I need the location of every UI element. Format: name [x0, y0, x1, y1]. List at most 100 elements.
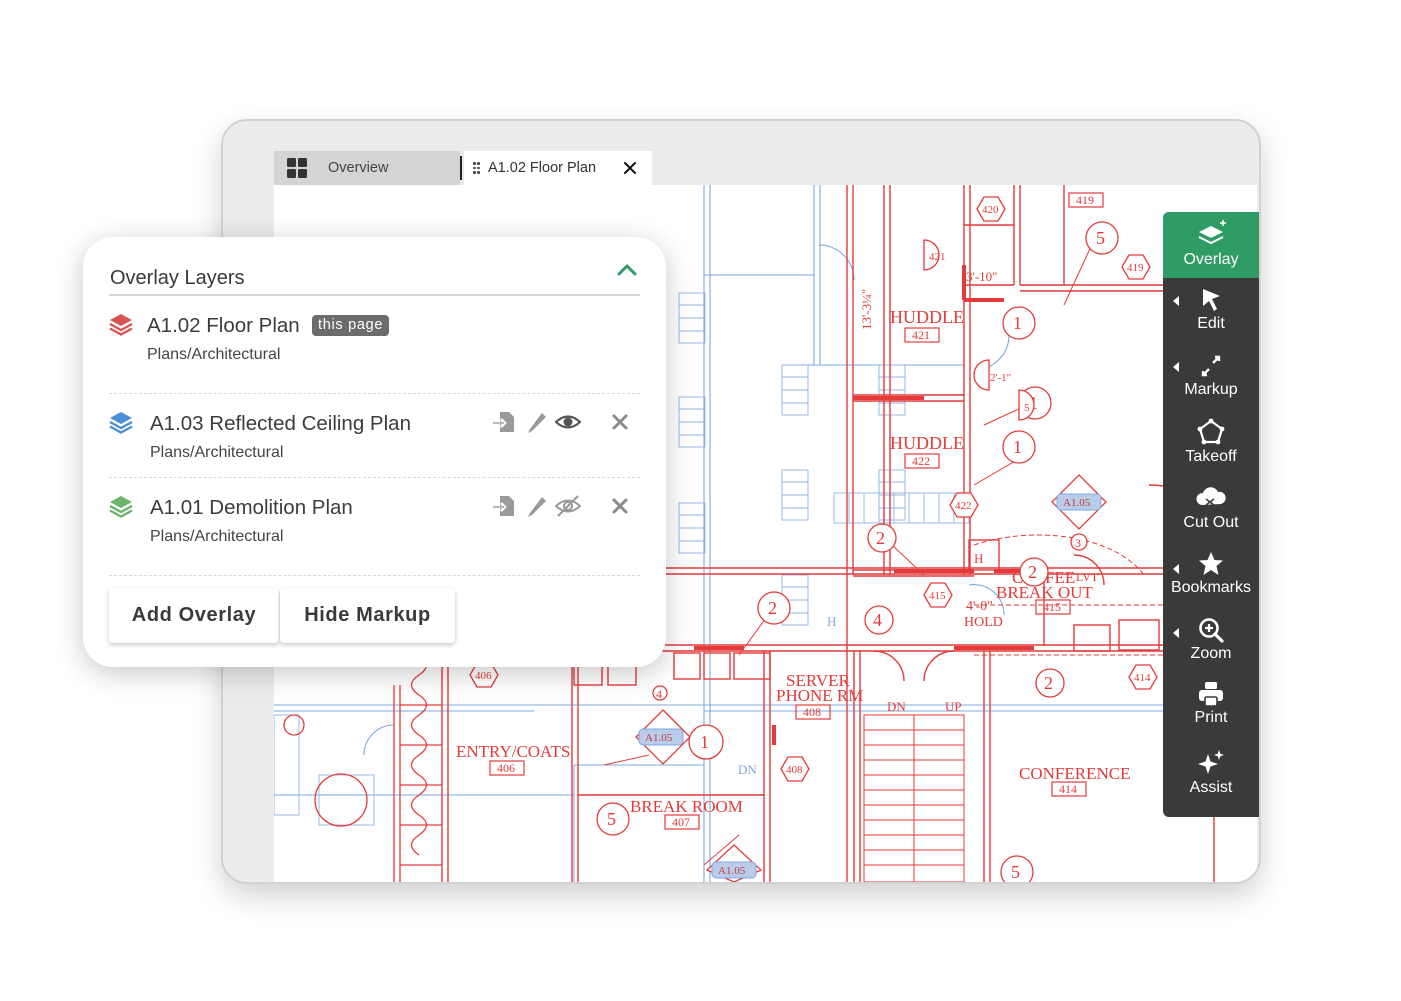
sparkle-icon — [1198, 750, 1224, 774]
tab-overview-label: Overview — [328, 160, 389, 176]
zoom-in-icon — [1199, 618, 1224, 643]
tool-edit-label: Edit — [1197, 315, 1225, 332]
svg-text:4: 4 — [873, 610, 882, 630]
cursor-icon — [1203, 289, 1220, 311]
svg-text:422: 422 — [955, 500, 972, 512]
tool-zoom[interactable]: Zoom — [1163, 616, 1259, 678]
svg-text:PHONE RM: PHONE RM — [776, 686, 863, 705]
svg-text:420: 420 — [982, 204, 999, 216]
svg-text:2: 2 — [1028, 562, 1037, 582]
tool-markup-label: Markup — [1184, 381, 1238, 398]
panel-title: Overlay Layers — [110, 267, 245, 289]
svg-text:1: 1 — [1013, 437, 1022, 457]
tool-markup[interactable]: Markup — [1163, 348, 1259, 410]
tool-cut-out-label: Cut Out — [1183, 514, 1239, 531]
svg-text:1: 1 — [700, 732, 709, 752]
hide-markup-button[interactable]: Hide Markup — [280, 588, 455, 643]
svg-text:407: 407 — [672, 815, 690, 829]
svg-text:H: H — [974, 551, 983, 566]
svg-text:HOLD: HOLD — [964, 615, 1003, 630]
svg-text:HUDDLE: HUDDLE — [890, 433, 964, 453]
svg-text:408: 408 — [786, 764, 803, 776]
tab-bar: Overview A1.02 Floor Plan — [274, 151, 1257, 185]
svg-text:414: 414 — [1059, 782, 1077, 796]
remove-icon[interactable] — [607, 493, 633, 519]
tool-print[interactable]: Print — [1163, 680, 1259, 742]
layer-path: Plans/Architectural — [150, 528, 284, 545]
layer-name: A1.03 Reflected Ceiling Plan — [150, 412, 411, 435]
svg-text:415: 415 — [929, 590, 946, 602]
layers-icon-red — [109, 314, 133, 336]
tool-bookmarks-label: Bookmarks — [1170, 579, 1252, 596]
chevron-up-icon[interactable] — [616, 261, 638, 277]
open-sheet-icon[interactable] — [491, 493, 517, 519]
svg-text:406: 406 — [497, 761, 515, 775]
svg-text:419: 419 — [1127, 262, 1144, 274]
polygon-icon — [1197, 418, 1225, 445]
svg-text:A1.05: A1.05 — [718, 865, 746, 877]
svg-text:4: 4 — [656, 687, 662, 701]
layers-icon-green — [109, 496, 133, 518]
tab-divider — [460, 156, 462, 180]
layers-plus-icon — [1198, 220, 1226, 245]
expand-arrows-icon — [1201, 355, 1221, 377]
layer-divider — [109, 393, 640, 394]
layer-divider — [109, 575, 640, 576]
expand-caret-icon — [1173, 628, 1179, 638]
svg-text:A1.05: A1.05 — [645, 732, 673, 744]
svg-text:5: 5 — [1011, 862, 1020, 882]
drag-handle-icon[interactable] — [473, 162, 481, 174]
svg-text:4'-0": 4'-0" — [966, 599, 993, 614]
svg-text:406: 406 — [475, 670, 492, 682]
svg-text:A1.05: A1.05 — [1063, 497, 1091, 509]
tool-takeoff-label: Takeoff — [1185, 448, 1237, 465]
svg-text:3: 3 — [1075, 536, 1081, 550]
svg-text:UP: UP — [945, 699, 962, 714]
panel-divider — [109, 294, 640, 296]
layer-name: A1.01 Demolition Plan — [150, 496, 353, 519]
tool-bookmarks[interactable]: Bookmarks — [1163, 550, 1259, 612]
tool-sidebar: Overlay Edit Markup Takeoff Cut Out Book… — [1163, 212, 1259, 817]
svg-text:422: 422 — [912, 454, 930, 468]
add-overlay-button[interactable]: Add Overlay — [109, 588, 279, 643]
svg-text:H: H — [827, 614, 836, 629]
remove-icon[interactable] — [607, 409, 633, 435]
expand-caret-icon — [1173, 362, 1179, 372]
tool-print-label: Print — [1194, 709, 1228, 726]
cloud-scissors-icon — [1196, 487, 1226, 506]
eye-off-icon[interactable] — [555, 493, 581, 519]
svg-text:2: 2 — [768, 598, 777, 618]
eye-icon[interactable] — [555, 409, 581, 435]
this-page-badge: this page — [312, 315, 390, 336]
open-sheet-icon[interactable] — [491, 409, 517, 435]
tool-zoom-label: Zoom — [1190, 645, 1232, 662]
svg-text:2: 2 — [876, 528, 885, 548]
svg-text:HUDDLE: HUDDLE — [890, 307, 964, 327]
svg-text:5: 5 — [607, 809, 616, 829]
pencil-icon[interactable] — [524, 493, 550, 519]
svg-text:5: 5 — [1096, 228, 1105, 248]
close-tab-icon[interactable] — [620, 158, 640, 178]
svg-text:421: 421 — [912, 328, 930, 342]
overlay-layers-panel: Overlay Layers A1.02 Floor Plan this pag… — [83, 237, 666, 667]
tool-overlay[interactable]: Overlay — [1163, 212, 1259, 278]
svg-text:CONFERENCE: CONFERENCE — [1019, 764, 1130, 783]
svg-text:421: 421 — [929, 251, 946, 263]
tool-cut-out[interactable]: Cut Out — [1163, 480, 1259, 542]
tab-overview[interactable]: Overview — [274, 151, 460, 185]
layer-path: Plans/Architectural — [147, 346, 281, 363]
svg-text:DN: DN — [887, 699, 906, 714]
svg-text:2: 2 — [1044, 673, 1053, 693]
tab-floor-plan[interactable]: A1.02 Floor Plan — [464, 151, 652, 185]
pencil-icon[interactable] — [524, 409, 550, 435]
svg-text:ENTRY/COATS: ENTRY/COATS — [456, 742, 570, 761]
tool-edit[interactable]: Edit — [1163, 282, 1259, 342]
expand-caret-icon — [1173, 564, 1179, 574]
tool-assist[interactable]: Assist — [1163, 748, 1259, 810]
svg-text:1: 1 — [1013, 313, 1022, 333]
svg-text:DN: DN — [738, 762, 757, 777]
layers-icon-blue — [109, 412, 133, 434]
svg-text:419: 419 — [1076, 193, 1094, 207]
expand-caret-icon — [1173, 296, 1179, 306]
tool-takeoff[interactable]: Takeoff — [1163, 414, 1259, 476]
